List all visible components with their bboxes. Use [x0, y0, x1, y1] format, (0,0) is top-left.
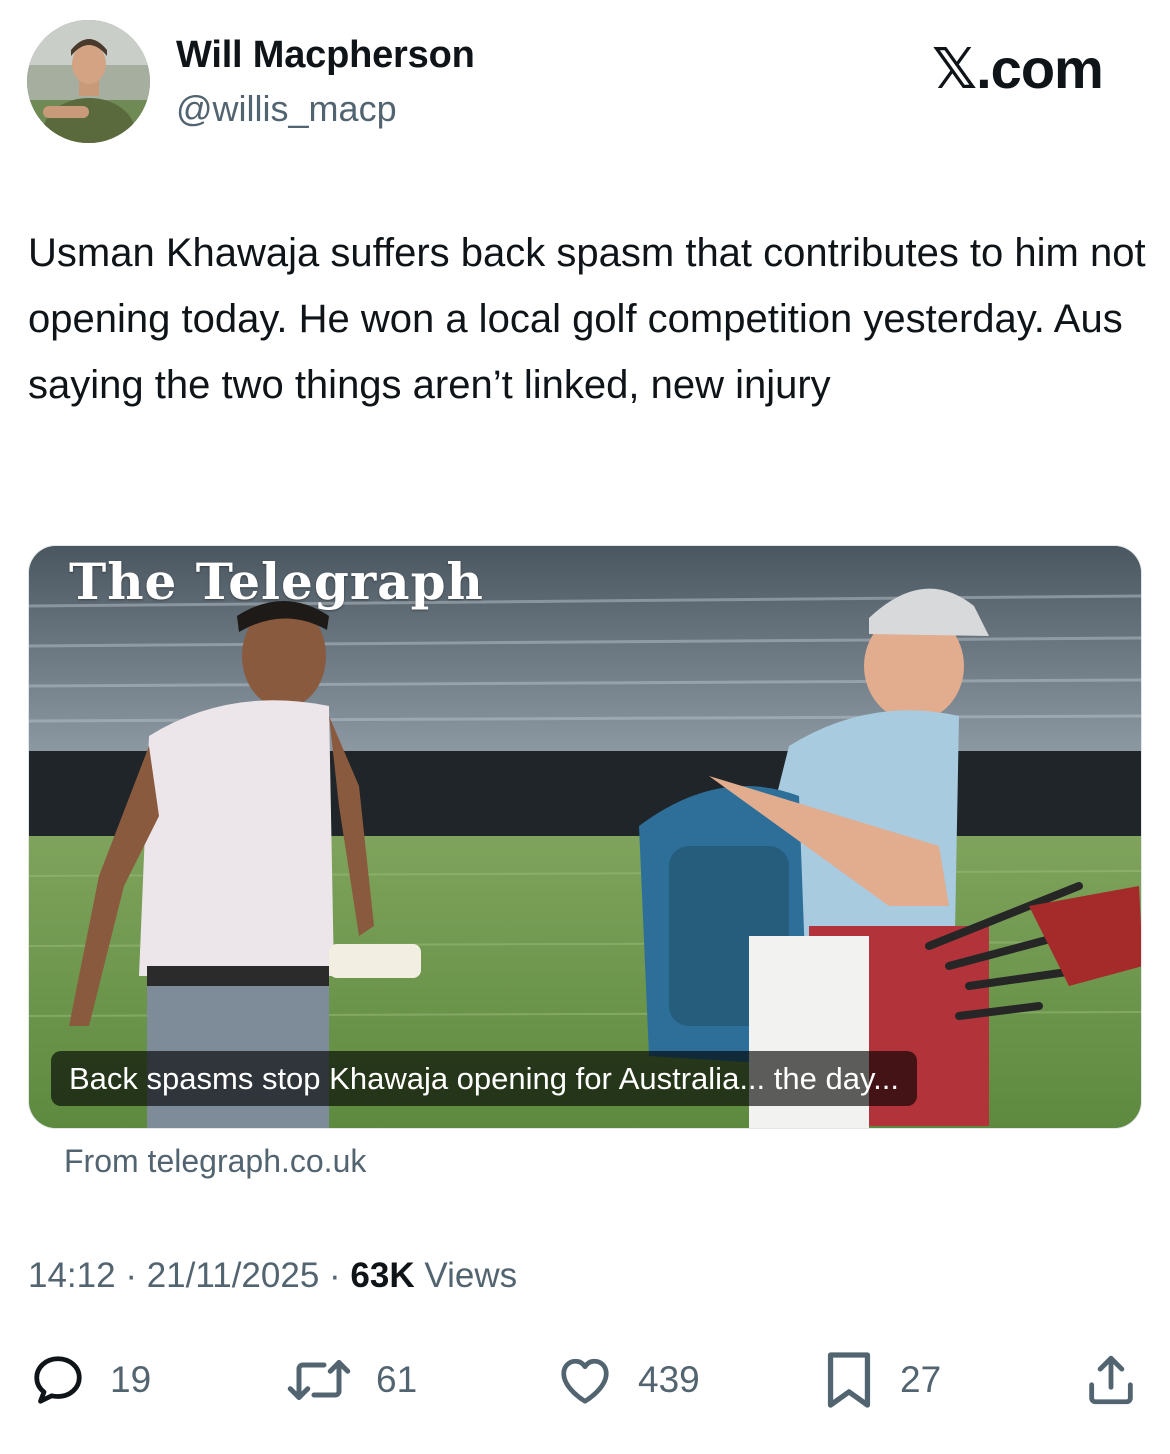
bookmark-count: 27 — [900, 1359, 942, 1400]
heart-icon — [561, 1358, 609, 1404]
views-count: 63K — [350, 1256, 415, 1295]
views-label: Views — [424, 1256, 518, 1295]
card-source[interactable]: From telegraph.co.uk — [64, 1143, 366, 1180]
avatar-photo — [27, 20, 150, 143]
meta-separator: · — [329, 1256, 341, 1295]
avatar[interactable] — [27, 20, 150, 143]
tweet-meta: 14:12 · 21/11/2025 · 63K Views — [28, 1256, 517, 1296]
share-button[interactable] — [1082, 1340, 1140, 1420]
repost-count: 61 — [376, 1359, 418, 1400]
card-headline: Back spasms stop Khawaja opening for Aus… — [51, 1051, 917, 1106]
bookmark-button[interactable]: 27 — [820, 1340, 941, 1420]
x-com-logo: 𝕏.com — [932, 37, 1104, 100]
telegraph-masthead: The Telegraph — [69, 552, 484, 611]
bookmark-icon — [827, 1352, 871, 1408]
reply-button[interactable]: 19 — [28, 1340, 151, 1420]
repost-button[interactable]: 61 — [284, 1340, 417, 1420]
action-bar: 19 61 439 27 — [0, 1340, 1170, 1420]
like-button[interactable]: 439 — [554, 1340, 700, 1420]
reply-count: 19 — [110, 1359, 152, 1400]
tweet-text: Usman Khawaja suffers back spasm that co… — [28, 231, 1146, 407]
link-card[interactable]: The Telegraph Back spasms stop Khawaja o… — [28, 545, 1142, 1129]
author-display-name[interactable]: Will Macpherson — [176, 34, 475, 77]
tweet-date[interactable]: 21/11/2025 — [147, 1256, 320, 1295]
card-image — [29, 546, 1141, 1128]
like-count: 439 — [638, 1359, 700, 1400]
author-handle[interactable]: @willis_macp — [176, 88, 397, 130]
meta-separator: · — [125, 1256, 137, 1295]
repost-icon — [287, 1360, 351, 1400]
tweet-time[interactable]: 14:12 — [28, 1256, 116, 1295]
reply-icon — [34, 1356, 82, 1404]
share-icon — [1089, 1355, 1133, 1405]
